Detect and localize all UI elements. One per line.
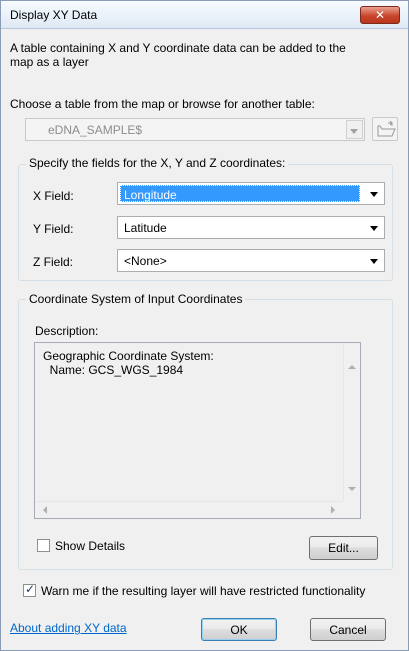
chevron-down-icon [370,226,378,231]
close-button[interactable]: ✕ [360,6,400,24]
intro-text-line-1: A table containing X and Y coordinate da… [10,41,346,55]
scroll-left-icon[interactable] [43,506,47,514]
intro-text-line-2: map as a layer [10,55,89,69]
table-select-dropdown[interactable] [346,120,363,139]
horizontal-scrollbar[interactable] [35,501,343,518]
y-field-select[interactable]: Latitude [117,216,385,239]
vertical-scrollbar[interactable] [343,343,360,501]
table-select[interactable]: eDNA_SAMPLE$ [25,118,365,141]
checkmark-icon: ✓ [25,582,36,596]
z-field-select[interactable]: <None> [117,249,385,272]
y-field-label: Y Field: [33,222,74,236]
table-select-value: eDNA_SAMPLE$ [48,123,143,137]
table-picker-label: Choose a table from the map or browse fo… [10,97,315,111]
dialog-title: Display XY Data [10,8,98,22]
coordinate-system-group-title: Coordinate System of Input Coordinates [26,292,246,306]
edit-button-label: Edit... [328,541,359,555]
show-details-checkbox[interactable] [37,539,50,552]
edit-button[interactable]: Edit... [309,536,378,560]
x-field-select[interactable]: Longitude [117,182,385,205]
browse-button[interactable] [372,117,398,141]
warn-label[interactable]: Warn me if the resulting layer will have… [41,584,365,598]
description-line-2: Name: GCS_WGS_1984 [43,363,184,377]
cancel-button[interactable]: Cancel [310,618,386,641]
scroll-up-icon[interactable] [348,365,356,369]
close-icon: ✕ [374,8,386,22]
chevron-down-icon [370,259,378,264]
description-label: Description: [35,324,99,338]
description-box[interactable]: Geographic Coordinate System: Name: GCS_… [34,342,361,519]
ok-button[interactable]: OK [201,618,277,641]
z-field-label: Z Field: [33,255,74,269]
title-bar[interactable]: Display XY Data ✕ [1,1,408,29]
description-line-1: Geographic Coordinate System: [43,349,214,363]
display-xy-data-dialog: Display XY Data ✕ A table containing X a… [0,0,409,651]
x-field-label: X Field: [33,189,74,203]
about-adding-xy-data-link[interactable]: About adding XY data [10,621,127,635]
ok-button-label: OK [230,622,248,637]
chevron-down-icon [350,129,358,134]
fields-group-title: Specify the fields for the X, Y and Z co… [26,156,289,170]
y-field-value: Latitude [124,221,167,235]
show-details-label[interactable]: Show Details [55,539,125,553]
open-folder-icon [377,120,396,137]
x-field-selection: Longitude [120,185,360,202]
chevron-down-icon [370,192,378,197]
scroll-right-icon[interactable] [331,506,335,514]
z-field-value: <None> [124,254,167,268]
scroll-down-icon[interactable] [348,487,356,491]
warn-checkbox[interactable]: ✓ [23,582,36,597]
cancel-button-label: Cancel [329,622,367,637]
x-field-value: Longitude [124,188,177,202]
